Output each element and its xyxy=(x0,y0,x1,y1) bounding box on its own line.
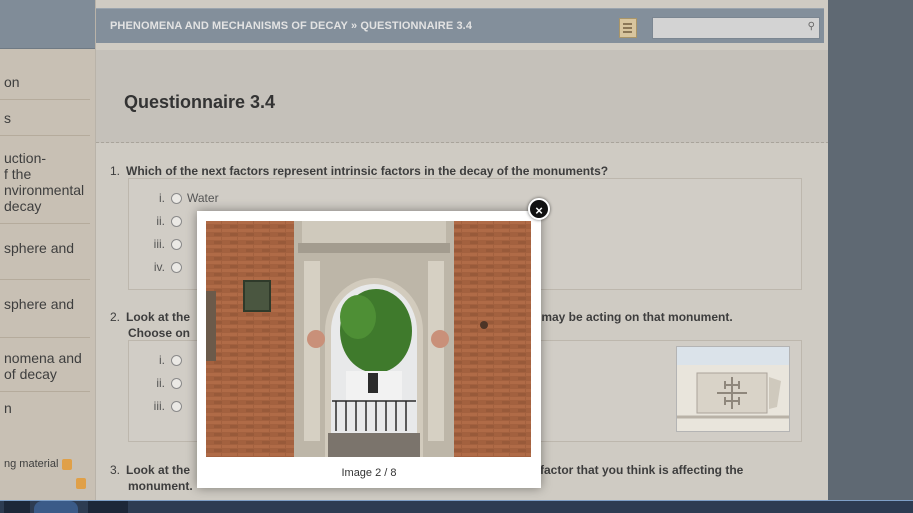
option-numeral: ii. xyxy=(156,214,165,228)
sidebar: on s uction- f the nvironmental decay sp… xyxy=(0,0,95,500)
option-row[interactable]: iv. xyxy=(139,260,187,274)
page: on s uction- f the nvironmental decay sp… xyxy=(0,0,913,513)
radio-button[interactable] xyxy=(171,216,182,228)
monument-thumbnail[interactable] xyxy=(676,346,790,432)
radio-button[interactable] xyxy=(171,401,182,413)
option-row[interactable]: iii. xyxy=(139,237,187,251)
search-input[interactable]: ⚲ xyxy=(652,17,820,39)
sidebar-item-label: sphere and xyxy=(4,296,75,312)
thumbnail-image xyxy=(677,347,789,431)
radio-button[interactable] xyxy=(171,355,182,367)
title-band: Questionnaire 3.4 xyxy=(96,50,829,143)
question-number: 1. xyxy=(110,164,121,178)
question-number: 3. xyxy=(110,463,121,477)
option-row[interactable]: ii. xyxy=(139,214,187,228)
option-numeral: iii. xyxy=(153,237,165,251)
option-row[interactable]: iii. xyxy=(139,399,187,413)
option-numeral: i. xyxy=(159,353,165,367)
radio-button[interactable] xyxy=(171,262,182,274)
sidebar-item-label: uction- f the nvironmental decay xyxy=(4,150,85,214)
search-icon[interactable]: ⚲ xyxy=(808,21,815,32)
image-lightbox: Image 2 / 8 xyxy=(197,211,541,488)
sidebar-item-label: ng material xyxy=(4,458,59,470)
question-2-continued: or may be acting on that monument. xyxy=(526,310,733,324)
taskbar-button[interactable] xyxy=(88,501,128,513)
question-text: Look at the xyxy=(126,463,191,477)
image-caption: Image 2 / 8 xyxy=(341,467,397,479)
sidebar-item-label: nomena and of decay xyxy=(4,350,82,382)
radio-button[interactable] xyxy=(171,378,182,390)
sidebar-item-label: on xyxy=(4,74,20,90)
question-text: Which of the next factors represent intr… xyxy=(126,164,609,178)
radio-button[interactable] xyxy=(171,239,182,251)
material-icon xyxy=(62,458,73,470)
option-label: Water xyxy=(187,191,219,205)
sidebar-item-5[interactable]: sphere and xyxy=(0,296,90,338)
breadcrumb[interactable]: PHENOMENA AND MECHANISMS OF DECAY » QUES… xyxy=(110,20,472,32)
sidebar-item-3[interactable]: uction- f the nvironmental decay xyxy=(0,150,90,224)
document-icon[interactable] xyxy=(619,18,637,38)
taskbar-button[interactable] xyxy=(4,501,30,513)
sidebar-item-label: s xyxy=(4,110,11,126)
option-numeral: iv. xyxy=(153,260,165,274)
page-title: Questionnaire 3.4 xyxy=(124,92,276,112)
option-row[interactable]: i. xyxy=(139,353,187,367)
radio-button[interactable] xyxy=(171,193,182,205)
option-numeral: i. xyxy=(159,191,165,205)
sidebar-item-4[interactable]: sphere and xyxy=(0,240,90,280)
sidebar-item-2[interactable]: s xyxy=(0,110,90,136)
sidebar-item-1[interactable]: on xyxy=(0,74,90,100)
question-text: Look at the xyxy=(126,310,191,324)
header-bar: PHENOMENA AND MECHANISMS OF DECAY » QUES… xyxy=(96,8,824,43)
sidebar-item-material[interactable]: ng material xyxy=(0,456,90,474)
right-pane xyxy=(828,0,913,500)
option-numeral: iii. xyxy=(153,399,165,413)
option-row[interactable]: ii. xyxy=(139,376,187,390)
sidebar-item-6[interactable]: nomena and of decay xyxy=(0,350,90,392)
sidebar-item-7[interactable]: n xyxy=(0,400,90,424)
taskbar xyxy=(0,500,913,513)
attachment-icon[interactable] xyxy=(76,478,86,489)
close-icon[interactable]: × xyxy=(528,198,550,220)
sidebar-item-label: sphere and xyxy=(4,240,75,256)
question-3-continued: factor that you think is affecting the xyxy=(540,463,744,477)
sidebar-header xyxy=(0,0,95,49)
question-number: 2. xyxy=(110,310,121,324)
option-row[interactable]: i. Water xyxy=(139,191,219,205)
sidebar-item-label: n xyxy=(4,400,12,416)
question-1: 1. Which of the next factors represent in… xyxy=(110,163,790,179)
start-button[interactable] xyxy=(34,501,78,513)
option-numeral: ii. xyxy=(156,376,165,390)
lightbox-image xyxy=(206,221,531,457)
monument-photo xyxy=(206,221,531,457)
